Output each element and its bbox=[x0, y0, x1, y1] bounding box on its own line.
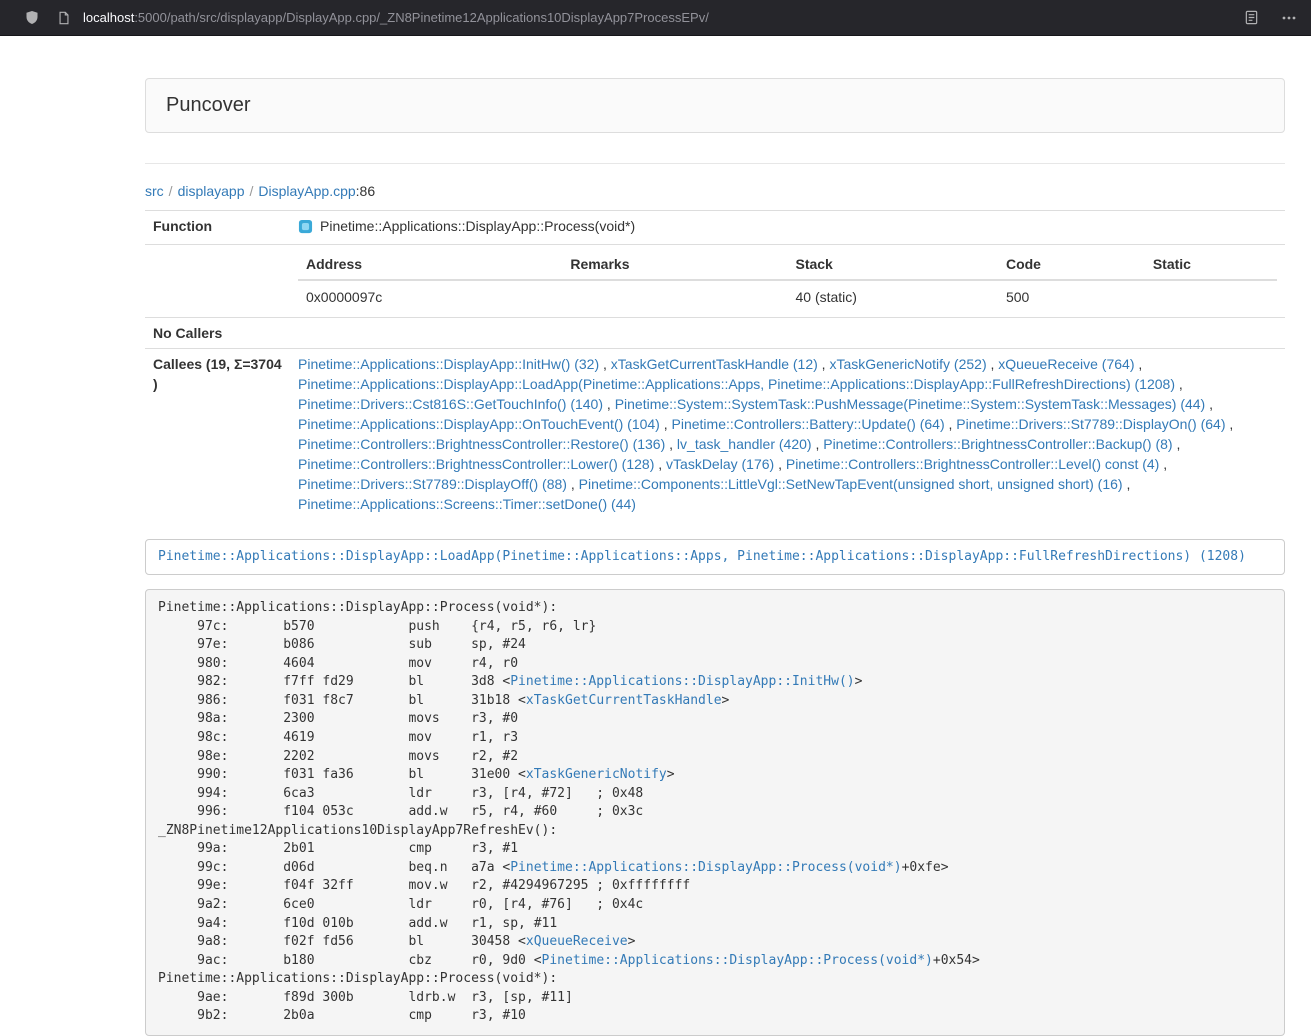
callee-link[interactable]: Pinetime::System::SystemTask::PushMessag… bbox=[615, 396, 1206, 412]
stats-value-row: 0x0000097c 40 (static) 500 bbox=[298, 280, 1277, 312]
no-callers-label: No Callers bbox=[145, 318, 290, 349]
callee-link[interactable]: Pinetime::Applications::DisplayApp::Init… bbox=[298, 356, 599, 372]
code-symbol-link[interactable]: Pinetime::Applications::DisplayApp::Proc… bbox=[542, 953, 933, 968]
breadcrumb-link-src[interactable]: src bbox=[145, 183, 164, 199]
url-bar[interactable]: localhost:5000/path/src/displayapp/Displ… bbox=[57, 10, 1244, 25]
remarks-value bbox=[562, 280, 787, 312]
highlighted-callee-box: Pinetime::Applications::DisplayApp::Load… bbox=[145, 539, 1285, 575]
breadcrumb-link-file[interactable]: DisplayApp.cpp bbox=[258, 183, 355, 199]
callees-row: Callees (19, Σ=3704 ) Pinetime::Applicat… bbox=[145, 349, 1285, 520]
breadcrumb-line-number: :86 bbox=[356, 183, 375, 199]
disassembly-code: Pinetime::Applications::DisplayApp::Proc… bbox=[145, 589, 1285, 1036]
breadcrumb-separator: / bbox=[250, 183, 254, 199]
code-symbol-link[interactable]: xTaskGetCurrentTaskHandle bbox=[526, 693, 722, 708]
no-callers-row: No Callers bbox=[145, 318, 1285, 349]
callee-link[interactable]: Pinetime::Drivers::Cst816S::GetTouchInfo… bbox=[298, 396, 603, 412]
function-name: Pinetime::Applications::DisplayApp::Proc… bbox=[320, 218, 635, 234]
code-symbol-link[interactable]: Pinetime::Applications::DisplayApp::Proc… bbox=[510, 860, 901, 875]
callee-link[interactable]: Pinetime::Controllers::BrightnessControl… bbox=[298, 436, 665, 452]
breadcrumb: src/displayapp/DisplayApp.cpp:86 bbox=[145, 183, 1285, 199]
app-header-panel: Puncover bbox=[145, 78, 1285, 133]
callee-link[interactable]: Pinetime::Drivers::St7789::DisplayOn() (… bbox=[956, 416, 1225, 432]
app-title: Puncover bbox=[166, 94, 1264, 117]
code-symbol-link[interactable]: Pinetime::Applications::DisplayApp::Init… bbox=[510, 674, 854, 689]
column-header-address: Address bbox=[298, 250, 562, 280]
callers-cell bbox=[290, 318, 1285, 349]
callee-link[interactable]: vTaskDelay (176) bbox=[666, 456, 774, 472]
callees-label: Callees (19, Σ=3704 ) bbox=[145, 349, 290, 520]
address-value: 0x0000097c bbox=[298, 280, 562, 312]
browser-menu-icon[interactable] bbox=[1281, 10, 1297, 26]
page-identity-icon[interactable] bbox=[57, 11, 71, 25]
browser-toolbar: localhost:5000/path/src/displayapp/Displ… bbox=[0, 0, 1311, 36]
callee-link[interactable]: xTaskGetCurrentTaskHandle (12) bbox=[611, 356, 818, 372]
function-row-label: Function bbox=[145, 211, 290, 245]
breadcrumb-separator: / bbox=[169, 183, 173, 199]
callee-link[interactable]: Pinetime::Drivers::St7789::DisplayOff() … bbox=[298, 476, 567, 492]
reader-view-icon[interactable] bbox=[1244, 10, 1259, 25]
column-header-static: Static bbox=[1145, 250, 1277, 280]
code-symbol-link[interactable]: xTaskGenericNotify bbox=[526, 767, 667, 782]
breadcrumb-link-displayapp[interactable]: displayapp bbox=[178, 183, 245, 199]
empty-row-label bbox=[145, 245, 290, 318]
code-symbol-link[interactable]: xQueueReceive bbox=[526, 934, 628, 949]
function-details-cell: Address Remarks Stack Code Static 0x0000… bbox=[290, 245, 1285, 318]
callee-link[interactable]: Pinetime::Components::LittleVgl::SetNewT… bbox=[579, 476, 1123, 492]
callee-link[interactable]: Pinetime::Applications::DisplayApp::OnTo… bbox=[298, 416, 660, 432]
stats-header-row: Address Remarks Stack Code Static bbox=[298, 250, 1277, 280]
function-symbol-icon bbox=[298, 219, 313, 239]
function-details-row: Address Remarks Stack Code Static 0x0000… bbox=[145, 245, 1285, 318]
column-header-stack: Stack bbox=[787, 250, 997, 280]
column-header-remarks: Remarks bbox=[562, 250, 787, 280]
function-info-table: Function Pinetime::Applications::Display… bbox=[145, 210, 1285, 519]
divider bbox=[145, 163, 1285, 164]
callee-link[interactable]: Pinetime::Controllers::BrightnessControl… bbox=[823, 436, 1172, 452]
function-row: Function Pinetime::Applications::Display… bbox=[145, 211, 1285, 245]
callee-link[interactable]: xTaskGenericNotify (252) bbox=[829, 356, 986, 372]
page-container: Puncover src/displayapp/DisplayApp.cpp:8… bbox=[145, 78, 1285, 1036]
code-value: 500 bbox=[998, 280, 1145, 312]
static-value bbox=[1145, 280, 1277, 312]
callee-link[interactable]: Pinetime::Controllers::BrightnessControl… bbox=[298, 456, 654, 472]
tracking-protection-shield-icon[interactable] bbox=[24, 10, 40, 26]
stack-value: 40 (static) bbox=[787, 280, 997, 312]
callee-link[interactable]: Pinetime::Applications::DisplayApp::Load… bbox=[298, 376, 1175, 392]
callee-link[interactable]: xQueueReceive (764) bbox=[998, 356, 1134, 372]
callee-link[interactable]: Pinetime::Controllers::Battery::Update()… bbox=[672, 416, 945, 432]
function-name-cell: Pinetime::Applications::DisplayApp::Proc… bbox=[290, 211, 1285, 245]
column-header-code: Code bbox=[998, 250, 1145, 280]
function-stats-table: Address Remarks Stack Code Static 0x0000… bbox=[298, 250, 1277, 312]
highlighted-callee-link[interactable]: Pinetime::Applications::DisplayApp::Load… bbox=[158, 549, 1246, 564]
callee-link[interactable]: Pinetime::Applications::Screens::Timer::… bbox=[298, 496, 636, 512]
callees-list: Pinetime::Applications::DisplayApp::Init… bbox=[290, 349, 1285, 520]
url-path: :5000/path/src/displayapp/DisplayApp.cpp… bbox=[134, 10, 709, 25]
callee-link[interactable]: Pinetime::Controllers::BrightnessControl… bbox=[786, 456, 1159, 472]
callee-link[interactable]: lv_task_handler (420) bbox=[677, 436, 812, 452]
url-host: localhost bbox=[83, 10, 134, 25]
